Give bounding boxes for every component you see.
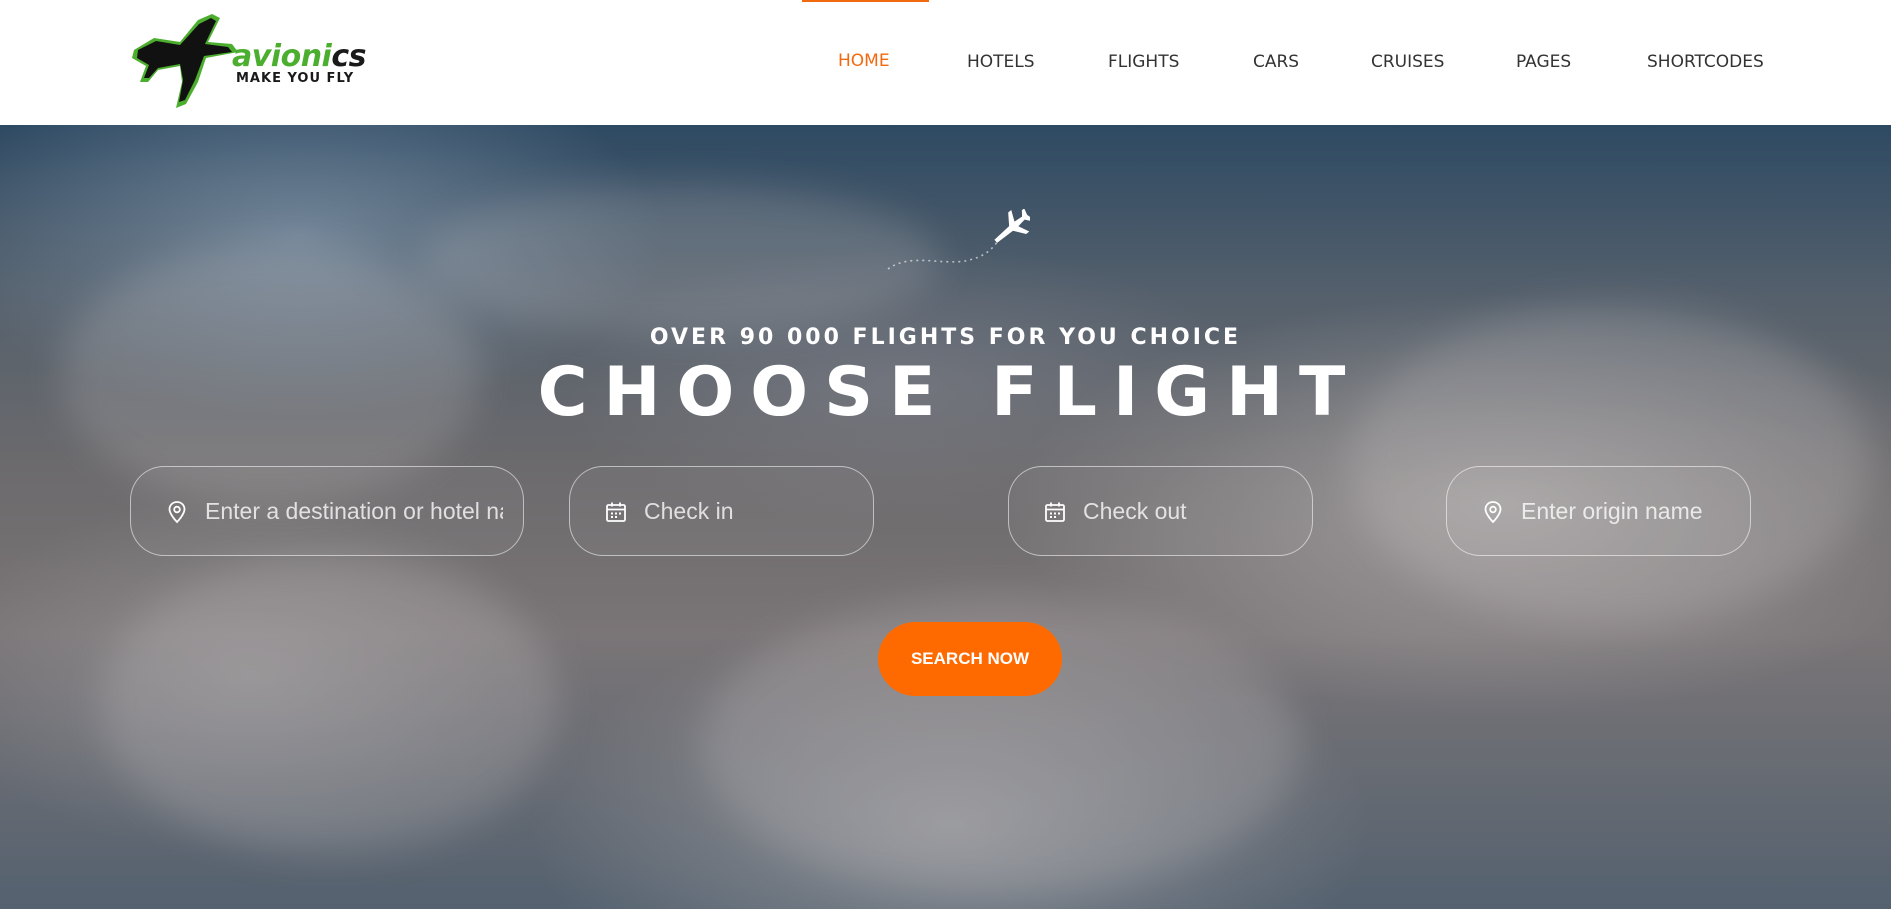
hero-title: CHOOSE FLIGHT <box>537 353 1362 432</box>
calendar-icon <box>606 502 626 522</box>
checkin-input[interactable] <box>644 467 853 555</box>
nav-item-cruises[interactable]: CRUISES <box>1371 52 1444 72</box>
nav-item-cars[interactable]: CARS <box>1253 52 1299 72</box>
nav-item-pages[interactable]: PAGES <box>1516 52 1571 72</box>
checkout-field[interactable] <box>1008 466 1313 556</box>
origin-field[interactable] <box>1446 466 1751 556</box>
nav-item-hotels[interactable]: HOTELS <box>967 52 1035 72</box>
destination-field[interactable] <box>130 466 524 556</box>
search-now-button[interactable]: SEARCH NOW <box>878 622 1062 696</box>
map-pin-icon <box>1484 501 1502 524</box>
airplane-icon <box>887 209 1030 270</box>
nav-item-flights[interactable]: FLIGHTS <box>1108 52 1179 72</box>
nav-item-shortcodes[interactable]: SHORTCODES <box>1647 52 1764 72</box>
calendar-icon <box>1045 502 1065 522</box>
nav-item-home[interactable]: HOME <box>838 51 890 71</box>
hero-section: OVER 90 000 FLIGHTS FOR YOU CHOICE CHOOS… <box>0 125 1891 909</box>
checkin-field[interactable] <box>569 466 874 556</box>
cloud-decoration <box>420 185 940 335</box>
site-header: avionics MAKE YOU FLY HOME HOTELS FLIGHT… <box>0 0 1891 125</box>
main-nav: HOME HOTELS FLIGHTS CARS CRUISES PAGES S… <box>0 0 1891 125</box>
origin-input[interactable] <box>1521 467 1730 555</box>
checkout-input[interactable] <box>1083 467 1292 555</box>
map-pin-icon <box>168 501 186 524</box>
nav-active-indicator <box>802 0 929 2</box>
destination-input[interactable] <box>205 467 503 555</box>
hero-subtitle: OVER 90 000 FLIGHTS FOR YOU CHOICE <box>649 325 1242 350</box>
cloud-decoration <box>100 555 560 855</box>
